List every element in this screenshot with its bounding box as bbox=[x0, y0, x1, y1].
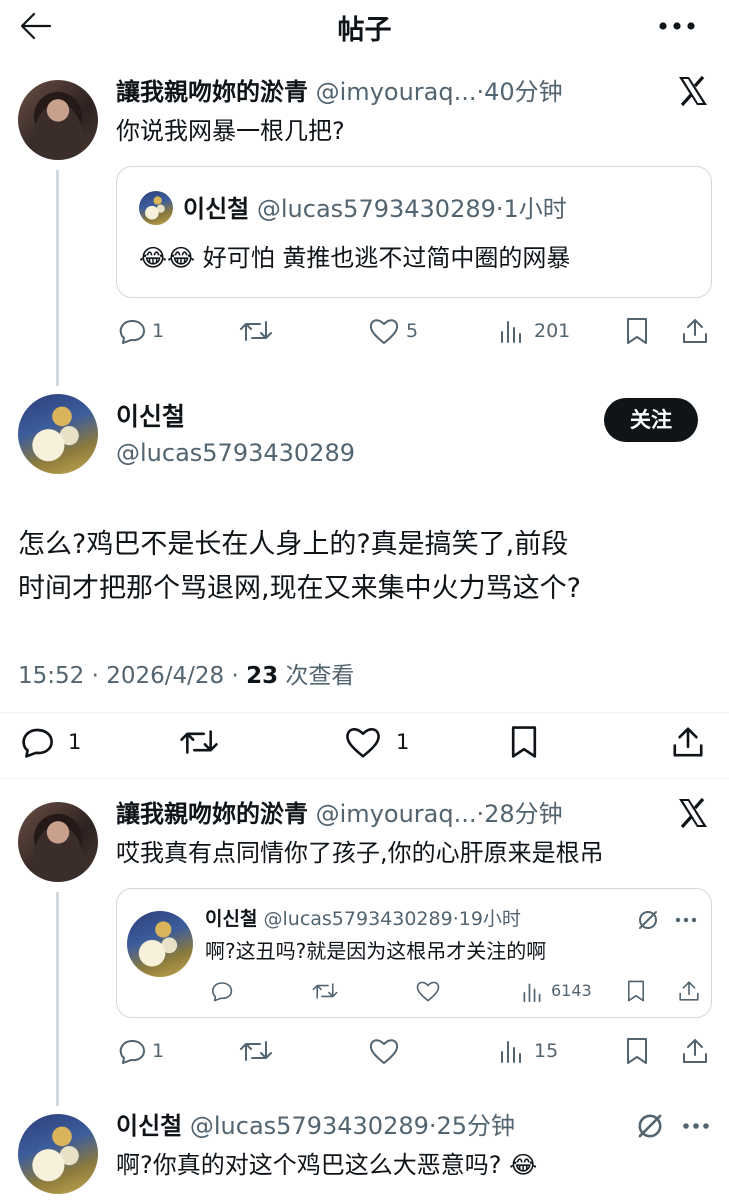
emoji: 😂😂 bbox=[139, 244, 196, 272]
quoted-tweet[interactable]: 이신철 @lucas5793430289·19小时 啊?这丑吗?就是因为这根吊才… bbox=[116, 888, 712, 1018]
tweet-time[interactable]: ·40分钟 bbox=[476, 78, 562, 106]
avatar[interactable] bbox=[18, 80, 98, 160]
author-name[interactable]: 이신철 bbox=[116, 1112, 182, 1140]
tweet-text: 你说我网暴一根几把? bbox=[116, 117, 345, 145]
emoji: 😂 bbox=[509, 1151, 538, 1179]
views-icon[interactable] bbox=[521, 981, 543, 1003]
quote-author-handle: @lucas5793430289 bbox=[256, 195, 496, 223]
share-icon[interactable] bbox=[670, 724, 706, 760]
tweet-text: 啊?你真的对这个鸡巴这么大恶意吗? 😂 bbox=[116, 1151, 538, 1179]
like-button[interactable] bbox=[368, 316, 400, 346]
retweet-button[interactable] bbox=[238, 1036, 274, 1066]
tweet-time[interactable]: ·25分钟 bbox=[429, 1112, 515, 1140]
x-logo-icon bbox=[676, 74, 710, 108]
page-title: 帖子 bbox=[337, 15, 392, 46]
tweet-text-line-1: 怎么?鸡巴不是长在人身上的?真是搞笑了,前段 bbox=[18, 529, 569, 560]
reply-count: 1 bbox=[152, 1040, 165, 1062]
follow-button[interactable]: 关注 bbox=[604, 398, 698, 442]
divider bbox=[0, 778, 729, 779]
retweet-button[interactable] bbox=[238, 316, 274, 346]
author-handle[interactable]: @lucas5793430289 bbox=[190, 1112, 429, 1140]
avatar bbox=[139, 191, 173, 225]
tweet-timestamp[interactable]: 15:52 · 2026/4/28 · bbox=[18, 663, 246, 689]
top-bar: 帖子 bbox=[0, 0, 729, 56]
avatar[interactable] bbox=[18, 394, 98, 474]
author-handle[interactable]: @lucas5793430289 bbox=[116, 436, 355, 470]
reply-button[interactable] bbox=[116, 1036, 146, 1066]
view-count: 201 bbox=[534, 320, 571, 342]
share-icon[interactable] bbox=[680, 316, 710, 346]
like-button[interactable] bbox=[415, 979, 441, 1003]
tweet-header: 讓我親吻妳的淤青 @imyouraq...·40分钟 bbox=[116, 76, 563, 108]
divider bbox=[0, 712, 729, 713]
retweet-button[interactable] bbox=[178, 724, 220, 760]
quoted-tweet[interactable]: 이신철 @lucas5793430289·1小时 😂😂 好可怕 黄推也逃不过简中… bbox=[116, 166, 712, 298]
x-logo-icon bbox=[676, 796, 710, 830]
thread-line bbox=[56, 892, 59, 1106]
tweet-header: 이신철 @lucas5793430289·25分钟 bbox=[116, 1110, 515, 1142]
reply-button[interactable] bbox=[18, 724, 54, 760]
view-count: 23 bbox=[246, 663, 279, 689]
author-handle[interactable]: @imyouraq... bbox=[316, 78, 477, 106]
reply-count: 1 bbox=[152, 320, 165, 342]
like-count: 5 bbox=[406, 320, 419, 342]
grok-icon[interactable] bbox=[637, 909, 659, 931]
avatar[interactable] bbox=[18, 802, 98, 882]
quote-author-handle: @lucas5793430289 bbox=[263, 908, 453, 930]
action-bar: 1 5 201 bbox=[116, 314, 712, 350]
tweet-text: 哎我真有点同情你了孩子,你的心肝原来是根吊 bbox=[116, 839, 604, 867]
tweet-text-line-2: 时间才把那个骂退网,现在又来集中火力骂这个? bbox=[18, 573, 581, 604]
quote-text: 啊?这丑吗?就是因为这根吊才关注的啊 bbox=[205, 939, 547, 963]
quote-header: 이신철 @lucas5793430289·1小时 bbox=[183, 193, 567, 225]
share-icon[interactable] bbox=[680, 1036, 710, 1066]
more-horizontal-icon[interactable] bbox=[682, 1122, 710, 1130]
author-name[interactable]: 讓我親吻妳的淤青 bbox=[116, 800, 308, 828]
reply-button[interactable] bbox=[209, 979, 233, 1003]
tweet-meta: 15:52 · 2026/4/28 · 23 次查看 bbox=[18, 660, 354, 692]
quote-header: 이신철 @lucas5793430289·19小时 bbox=[205, 905, 521, 933]
retweet-button[interactable] bbox=[311, 979, 339, 1003]
views-icon[interactable] bbox=[498, 1038, 524, 1064]
bookmark-icon[interactable] bbox=[624, 1036, 650, 1066]
bookmark-icon[interactable] bbox=[625, 979, 647, 1003]
author-name[interactable]: 이신철 bbox=[116, 400, 185, 434]
quote-time: ·19小时 bbox=[452, 908, 521, 930]
share-icon[interactable] bbox=[677, 979, 701, 1003]
thread-line bbox=[56, 170, 59, 386]
avatar bbox=[127, 911, 193, 977]
author-handle[interactable]: @imyouraq... bbox=[316, 800, 477, 828]
action-bar: 1 15 bbox=[116, 1034, 712, 1070]
tweet-time[interactable]: ·28分钟 bbox=[476, 800, 562, 828]
action-bar: 1 1 bbox=[18, 722, 712, 762]
bookmark-icon[interactable] bbox=[624, 316, 650, 346]
quote-time: ·1小时 bbox=[495, 195, 567, 223]
quote-author-name: 이신철 bbox=[183, 195, 250, 223]
view-count: 6143 bbox=[551, 981, 592, 1000]
author-name[interactable]: 讓我親吻妳的淤青 bbox=[116, 78, 308, 106]
more-horizontal-icon[interactable] bbox=[675, 917, 697, 923]
bookmark-icon[interactable] bbox=[508, 724, 540, 760]
like-count: 1 bbox=[396, 730, 410, 754]
like-button[interactable] bbox=[368, 1036, 400, 1066]
quote-text: 😂😂 好可怕 黄推也逃不过简中圈的网暴 bbox=[139, 244, 571, 272]
tweet-header: 讓我親吻妳的淤青 @imyouraq...·28分钟 bbox=[116, 798, 563, 830]
like-button[interactable] bbox=[344, 724, 382, 760]
reply-count: 1 bbox=[68, 730, 82, 754]
grok-icon[interactable] bbox=[636, 1112, 664, 1140]
quote-author-name: 이신철 bbox=[205, 908, 258, 930]
views-label: 次查看 bbox=[278, 663, 355, 689]
avatar[interactable] bbox=[18, 1114, 98, 1194]
views-icon[interactable] bbox=[498, 318, 524, 344]
reply-button[interactable] bbox=[116, 316, 146, 346]
view-count: 15 bbox=[534, 1040, 559, 1062]
more-horizontal-icon[interactable] bbox=[658, 20, 698, 32]
